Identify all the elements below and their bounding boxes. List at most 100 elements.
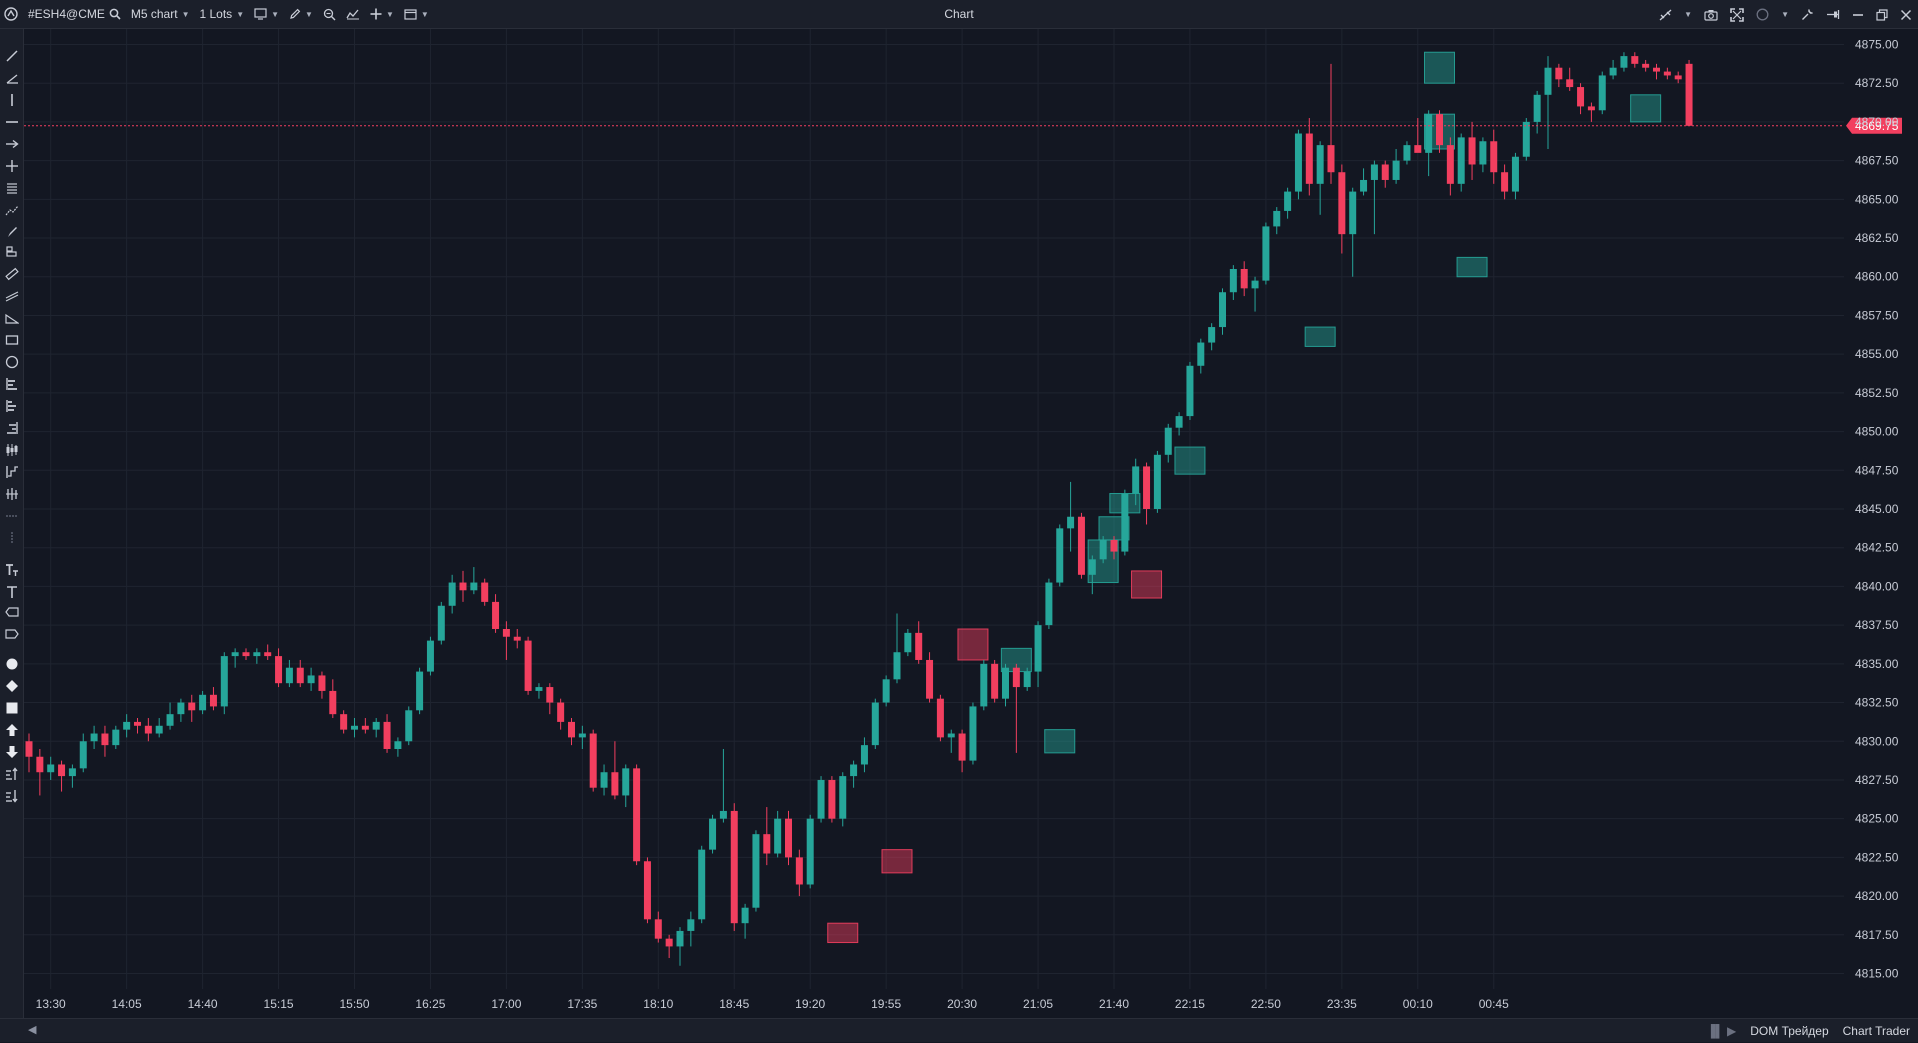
chevron-down-icon[interactable]: ▼ bbox=[1684, 10, 1692, 19]
restore-icon[interactable] bbox=[1876, 8, 1888, 21]
ray-icon[interactable] bbox=[2, 69, 22, 87]
chart-area[interactable]: 4869.75 4815.00 4817.50 4820.00 4822.50 4825… bbox=[24, 29, 1918, 1025]
candle-body bbox=[1674, 75, 1682, 80]
time-axis[interactable]: 13:30 14:05 14:40 15:15 15:50 16:25 17:00 17:35… bbox=[36, 997, 1509, 1011]
window-layout-button[interactable]: ▼ bbox=[404, 8, 429, 20]
candle-body bbox=[1240, 269, 1248, 289]
candle-body bbox=[1436, 114, 1443, 146]
volume-profile-icon[interactable] bbox=[2, 397, 22, 415]
candle-body bbox=[1522, 121, 1530, 157]
fibonacci-icon[interactable] bbox=[2, 243, 22, 261]
camera-icon[interactable] bbox=[1704, 9, 1718, 21]
rectangle-icon[interactable] bbox=[2, 331, 22, 349]
app-logo-icon[interactable] bbox=[4, 7, 18, 21]
lots-selector[interactable]: 1 Lots ▼ bbox=[199, 7, 244, 21]
ohlc-icon[interactable] bbox=[2, 485, 22, 503]
ellipse-icon[interactable] bbox=[2, 353, 22, 371]
add-object-button[interactable]: ▼ bbox=[370, 8, 394, 20]
candle-body bbox=[1360, 179, 1368, 192]
time-tick-label: 15:50 bbox=[339, 997, 369, 1011]
candle-body bbox=[1121, 493, 1129, 552]
highlight-box bbox=[1044, 729, 1076, 754]
price-tick-label: 4817.50 bbox=[1855, 928, 1899, 942]
price-tick-label: 4850.00 bbox=[1855, 425, 1899, 439]
square-marker-icon[interactable] bbox=[2, 699, 22, 717]
text-size-icon[interactable] bbox=[2, 561, 22, 579]
candle-body bbox=[1457, 137, 1465, 184]
bars-right-icon[interactable] bbox=[2, 419, 22, 437]
candle-body bbox=[502, 629, 510, 637]
time-tick-label: 18:45 bbox=[719, 997, 749, 1011]
candle-body bbox=[1056, 528, 1064, 583]
arrow-up-marker-icon[interactable] bbox=[2, 721, 22, 739]
arrow-down-marker-icon[interactable] bbox=[2, 743, 22, 761]
symbol-selector[interactable]: #ESH4@CME bbox=[28, 7, 121, 21]
price-chart[interactable]: 4869.75 4815.00 4817.50 4820.00 4822.50 4825… bbox=[24, 29, 1918, 1025]
trend-line-icon[interactable] bbox=[2, 47, 22, 65]
candle-body bbox=[1175, 416, 1183, 428]
wrench-icon[interactable] bbox=[1801, 8, 1814, 21]
candle-body bbox=[893, 652, 901, 680]
price-tick-label: 4815.00 bbox=[1855, 967, 1899, 981]
time-tick-label: 21:05 bbox=[1023, 997, 1053, 1011]
time-tick-label: 23:35 bbox=[1327, 997, 1357, 1011]
candle-body bbox=[58, 764, 66, 777]
sort-up-icon[interactable] bbox=[2, 765, 22, 783]
fullscreen-icon[interactable] bbox=[1730, 7, 1744, 22]
brush-icon[interactable] bbox=[2, 223, 22, 241]
minimize-icon[interactable] bbox=[1852, 9, 1864, 21]
price-label-icon[interactable] bbox=[2, 625, 22, 643]
panel-toggle-icon[interactable]: ▐▌ ▶ bbox=[1707, 1024, 1737, 1038]
separator-dots-icon bbox=[2, 507, 22, 525]
channel-icon[interactable] bbox=[2, 287, 22, 305]
indicators-icon[interactable] bbox=[346, 8, 360, 20]
chart-type-button[interactable]: ▼ bbox=[254, 8, 279, 20]
parallel-lines-icon[interactable] bbox=[2, 179, 22, 197]
pin-icon[interactable] bbox=[1826, 9, 1840, 20]
drawing-toolbar bbox=[0, 29, 24, 1025]
candle-body bbox=[1229, 269, 1237, 293]
chart-trader-button[interactable]: Chart Trader bbox=[1843, 1024, 1910, 1038]
price-axis[interactable]: 4815.00 4817.50 4820.00 4822.50 4825.00 4827.… bbox=[1855, 37, 1899, 980]
diamond-marker-icon[interactable] bbox=[2, 677, 22, 695]
lots-label: 1 Lots bbox=[199, 7, 233, 21]
bars-left-icon[interactable] bbox=[2, 375, 22, 393]
dom-trader-button[interactable]: DOM Трейдер bbox=[1750, 1024, 1828, 1038]
candle-body bbox=[687, 919, 695, 931]
vertical-line-icon[interactable] bbox=[2, 91, 22, 109]
step-line-icon[interactable] bbox=[2, 463, 22, 481]
candle-body bbox=[904, 632, 912, 653]
scroll-left-icon[interactable]: ◀ bbox=[28, 1023, 36, 1036]
ruler-icon[interactable] bbox=[2, 265, 22, 283]
arrow-line-icon[interactable] bbox=[2, 135, 22, 153]
candle-body bbox=[557, 702, 565, 722]
timeframe-selector[interactable]: M5 chart ▼ bbox=[131, 7, 190, 21]
circle-marker-icon[interactable] bbox=[2, 655, 22, 673]
crosshair-icon[interactable] bbox=[2, 157, 22, 175]
candle-body bbox=[633, 768, 641, 862]
candles-icon[interactable] bbox=[2, 441, 22, 459]
sort-down-icon[interactable] bbox=[2, 787, 22, 805]
close-icon[interactable] bbox=[1900, 9, 1912, 21]
candle-body bbox=[524, 640, 532, 691]
candle-body bbox=[1349, 191, 1357, 235]
horizontal-line-icon[interactable] bbox=[2, 113, 22, 131]
drag-handle-icon[interactable] bbox=[2, 529, 22, 547]
circle-icon[interactable] bbox=[1756, 8, 1769, 21]
polyline-icon[interactable] bbox=[2, 201, 22, 219]
label-icon[interactable] bbox=[2, 603, 22, 621]
triangle-icon[interactable] bbox=[2, 309, 22, 327]
candle-body bbox=[1663, 71, 1671, 76]
chevron-down-icon: ▼ bbox=[420, 9, 429, 19]
text-icon[interactable] bbox=[2, 583, 22, 601]
candle-body bbox=[318, 675, 326, 691]
current-price-line: 4869.75 bbox=[24, 117, 1902, 134]
chevron-down-icon[interactable]: ▼ bbox=[1781, 10, 1789, 19]
link-off-icon[interactable] bbox=[1659, 9, 1672, 21]
drawing-button[interactable]: ▼ bbox=[289, 8, 313, 20]
price-tick-label: 4840.00 bbox=[1855, 579, 1899, 593]
zoom-icon[interactable] bbox=[323, 8, 336, 21]
highlight-box bbox=[1456, 256, 1488, 278]
price-tick-label: 4875.00 bbox=[1855, 37, 1899, 51]
time-tick-label: 00:10 bbox=[1403, 997, 1433, 1011]
